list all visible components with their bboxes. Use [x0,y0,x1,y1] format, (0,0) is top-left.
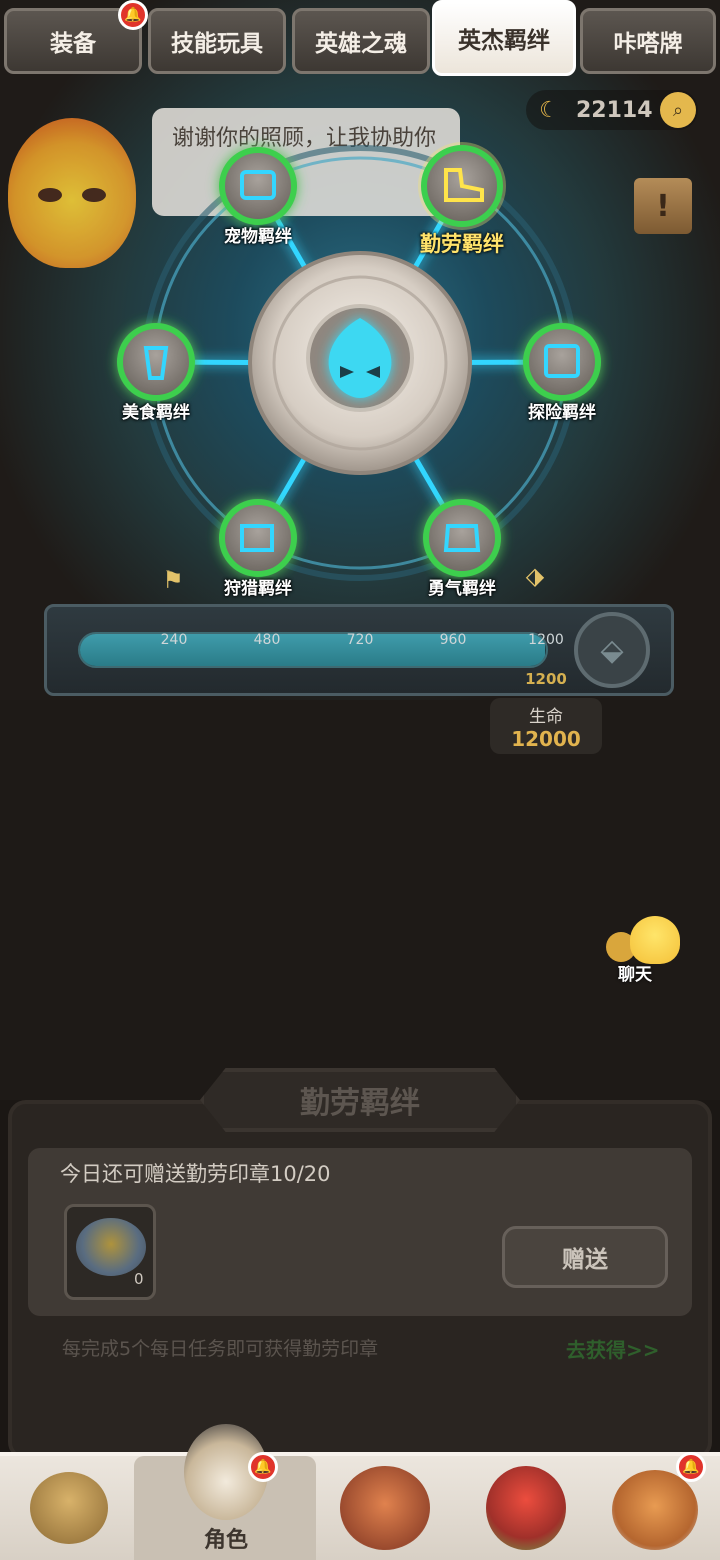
bond-label-diligence: 勤劳羁绊 [420,232,504,256]
gift-button-label: 赠送 [562,1247,608,1273]
tick-label: 960 [439,632,467,648]
bond-label-hunt: 狩猎羁绊 [224,579,292,599]
bond-label-food: 美食羁绊 [122,403,190,423]
chat-label: 聊天 [618,965,652,985]
golem-bell-icon: 🔔 [676,1452,706,1482]
tick-label: 1200 [528,632,564,648]
bond-node-courage[interactable] [426,502,498,574]
golem-avatar-icon [612,1470,698,1550]
reward-label: 生命 [529,707,563,727]
bond-node-food[interactable] [120,326,192,398]
progress-track [78,632,548,668]
tick-label: 720 [346,632,374,648]
get-link[interactable]: 去获得>> [566,1334,660,1363]
reward-value: 12000 [511,727,581,751]
bond-node-explore[interactable] [526,326,598,398]
panel-title: 勤劳羁绊 [300,1086,420,1121]
bond-label-courage: 勇气羁绊 [428,579,496,599]
bond-node-hunt[interactable] [222,502,294,574]
boot-badge-icon[interactable]: ⬙ [574,612,650,688]
bond-label-explore: 探险羁绊 [528,403,596,423]
caveman-avatar-icon [30,1472,108,1544]
boot-reward-icon: ⬗ [525,562,545,590]
progress-fill [80,634,546,666]
bond-node-pet[interactable] [222,150,294,222]
bond-label-pet: 宠物羁绊 [224,227,292,247]
character-bell-icon: 🔔 [248,1452,278,1482]
totem-avatar-icon [340,1466,430,1550]
dino-avatar-icon [486,1466,566,1550]
hint-text: 每完成5个每日任务即可获得勤劳印章 [62,1338,379,1360]
item-count: 0 [134,1270,144,1288]
chat-button[interactable]: 聊天 [602,914,684,985]
tick-label: 240 [160,632,188,648]
diligence-seal-icon [76,1218,146,1276]
background-mid [0,700,720,1100]
flag-icon: ⚑ [162,566,184,594]
reward-box: 生命 12000 [490,698,602,754]
daily-gift-text: 今日还可赠送勤劳印章10/20 [60,1162,331,1186]
tick-label: 480 [253,632,281,648]
chat-face-icon [630,916,680,964]
progress-current: 1200 [525,670,567,688]
gift-button[interactable]: 赠送 [502,1226,668,1288]
bond-node-diligence[interactable] [424,148,500,224]
panel-title-plate: 勤劳羁绊 [200,1068,520,1132]
nav-character-label: 角色 [203,1528,249,1553]
